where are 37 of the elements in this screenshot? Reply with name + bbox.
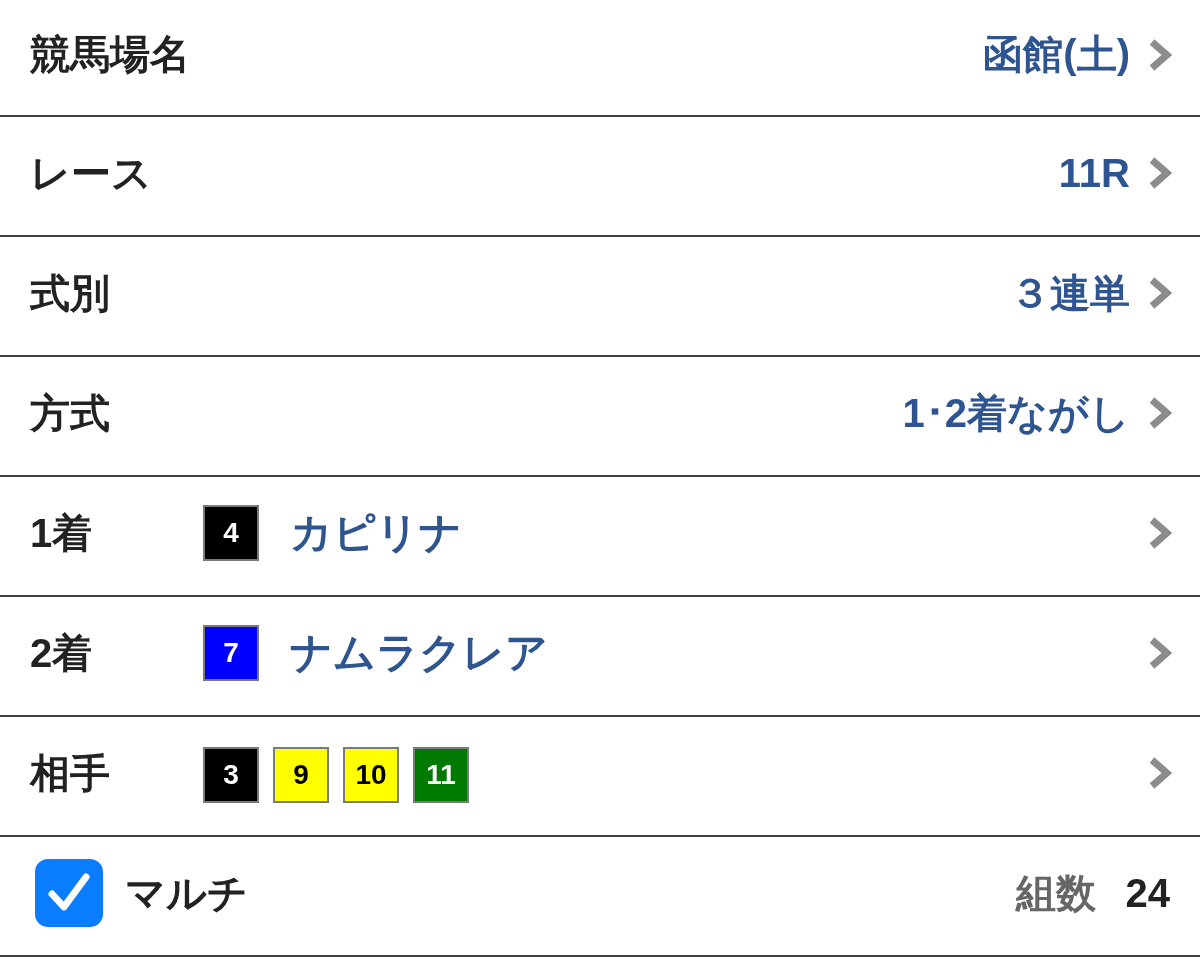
list-item[interactable]: 方式 1･2着ながし — [0, 357, 1200, 477]
horse-number-badge: 9 — [273, 747, 329, 803]
horse-number-badge: 10 — [343, 747, 399, 803]
horse-number-badge: 3 — [203, 747, 259, 803]
list-item[interactable]: 相手 3 9 10 11 — [0, 717, 1200, 837]
row-value: 函館(土) — [983, 31, 1130, 78]
chevron-right-icon — [1148, 516, 1172, 550]
checkbox[interactable] — [35, 859, 103, 927]
list-item[interactable]: 1着 4 カピリナ — [0, 477, 1200, 597]
list-item[interactable]: 2着 7 ナムラクレア — [0, 597, 1200, 717]
chevron-right-icon — [1148, 37, 1172, 72]
chevron-right-icon — [1148, 396, 1172, 430]
row-value: 1･2着ながし — [902, 389, 1130, 437]
list-item[interactable]: 式別 ３連単 — [0, 237, 1200, 357]
list-item[interactable]: 競馬場名 函館(土) — [0, 0, 1200, 117]
chevron-right-icon — [1148, 276, 1172, 310]
row-value: ３連単 — [1010, 269, 1130, 317]
list-item[interactable]: レース 11R — [0, 117, 1200, 237]
horse-number-badge: 7 — [203, 625, 259, 681]
row-value: 11R — [1058, 150, 1130, 196]
row-label: 競馬場名 — [30, 31, 190, 78]
row-label: 方式 — [30, 389, 110, 437]
combination-count: 24 — [1125, 870, 1170, 916]
combination-count-label: 組数 — [1015, 869, 1096, 917]
row-label: レース — [30, 149, 152, 197]
chevron-right-icon — [1148, 156, 1172, 190]
multi-label: マルチ — [125, 869, 248, 917]
horse-number-badge: 11 — [413, 747, 469, 803]
chevron-right-icon — [1148, 756, 1172, 790]
row-label: 式別 — [30, 269, 110, 317]
row-label: 1着 — [30, 509, 94, 557]
row-label: 2着 — [30, 629, 94, 677]
horse-name: ナムラクレア — [290, 628, 548, 678]
row-label: 相手 — [30, 749, 111, 797]
chevron-right-icon — [1148, 636, 1172, 670]
horse-name: カピリナ — [290, 508, 462, 558]
horse-number-badge: 4 — [203, 505, 259, 561]
